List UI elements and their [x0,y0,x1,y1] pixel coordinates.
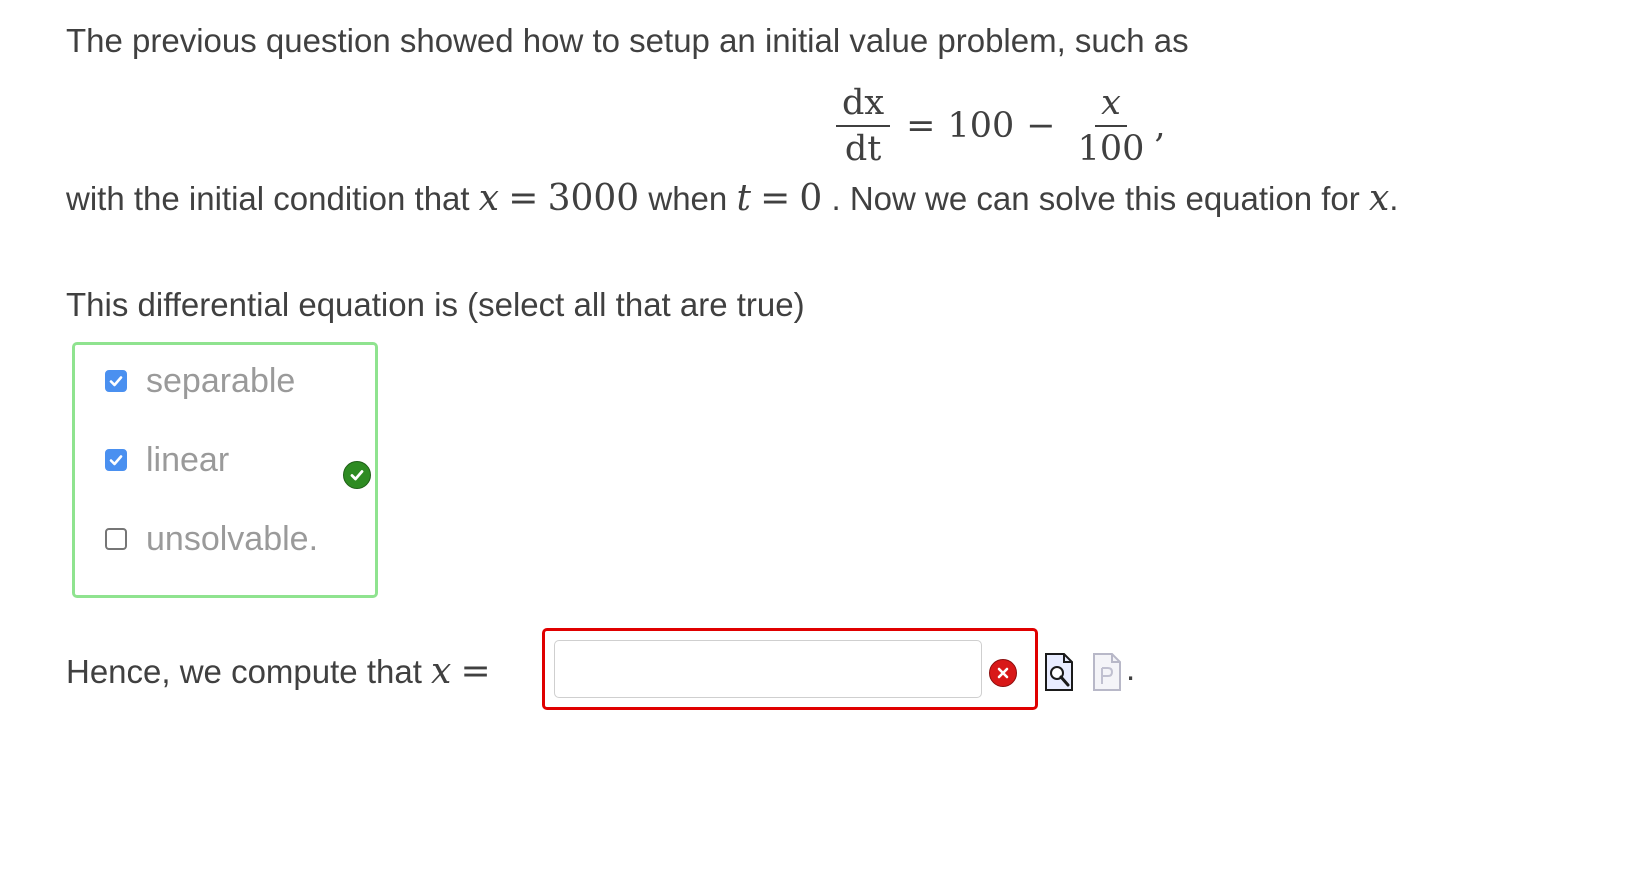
condition-var-x-end: x [1368,178,1390,219]
checkmark-icon [109,455,123,466]
condition-var-x: x [478,178,500,219]
answer-equals: = [460,650,491,692]
answer-label-text: Hence, we compute that [66,652,422,690]
condition-equals-2: = [760,178,791,219]
intro-text: The previous question showed how to setu… [66,22,1189,59]
condition-suffix: . [1389,180,1399,217]
question-prompt: This differential equation is (select al… [66,286,805,323]
choice-separable[interactable]: separable [105,359,295,403]
answer-var: x [431,650,452,692]
answer-input[interactable] [554,640,982,698]
condition-t-value: 0 [799,178,823,219]
derivative-denominator: dt [844,129,882,169]
checkbox-separable[interactable] [105,370,127,392]
choice-linear[interactable]: linear [105,438,229,482]
correct-checkmark-icon [343,461,371,489]
incorrect-x-icon [989,659,1017,687]
derivative-fraction: dx dt [836,81,891,171]
equation-constant: 100 [947,106,1015,146]
equals-sign: = [906,106,936,146]
display-equation: dx dt = 100 − x 100 , [832,76,1166,176]
answer-trailing-period: . [1126,650,1136,687]
choice-label-separable: separable [146,361,296,400]
initial-condition-text: with the initial condition that x = 3000… [66,178,1398,219]
condition-when: when [648,180,728,217]
condition-equals-1: = [508,178,539,219]
rhs-fraction: x 100 [1072,81,1151,171]
checkbox-unsolvable[interactable] [105,528,127,550]
preview-document-magnifier-icon[interactable] [1044,652,1074,697]
answer-label: Hence, we compute that x = [66,651,491,692]
equation-comma: , [1154,106,1166,146]
choices-group: separable linear unsolvable. [72,342,378,598]
condition-x-value: 3000 [547,178,640,219]
checkmark-icon [109,376,123,387]
condition-prefix: with the initial condition that [66,180,470,217]
rhs-numerator: x [1095,81,1127,127]
minus-sign: − [1026,106,1056,146]
condition-var-t: t [736,178,751,219]
choice-label-linear: linear [146,440,230,479]
pg-document-icon[interactable] [1092,652,1122,697]
rhs-denominator: 100 [1077,129,1145,169]
checkbox-linear[interactable] [105,449,127,471]
derivative-numerator: dx [836,81,891,127]
choice-label-unsolvable: unsolvable. [146,519,319,558]
answer-row: Hence, we compute that x = . [66,628,1135,714]
choice-unsolvable[interactable]: unsolvable. [105,517,318,561]
condition-middle: . Now we can solve this equation for [831,180,1360,217]
answer-incorrect-frame [542,628,1038,710]
